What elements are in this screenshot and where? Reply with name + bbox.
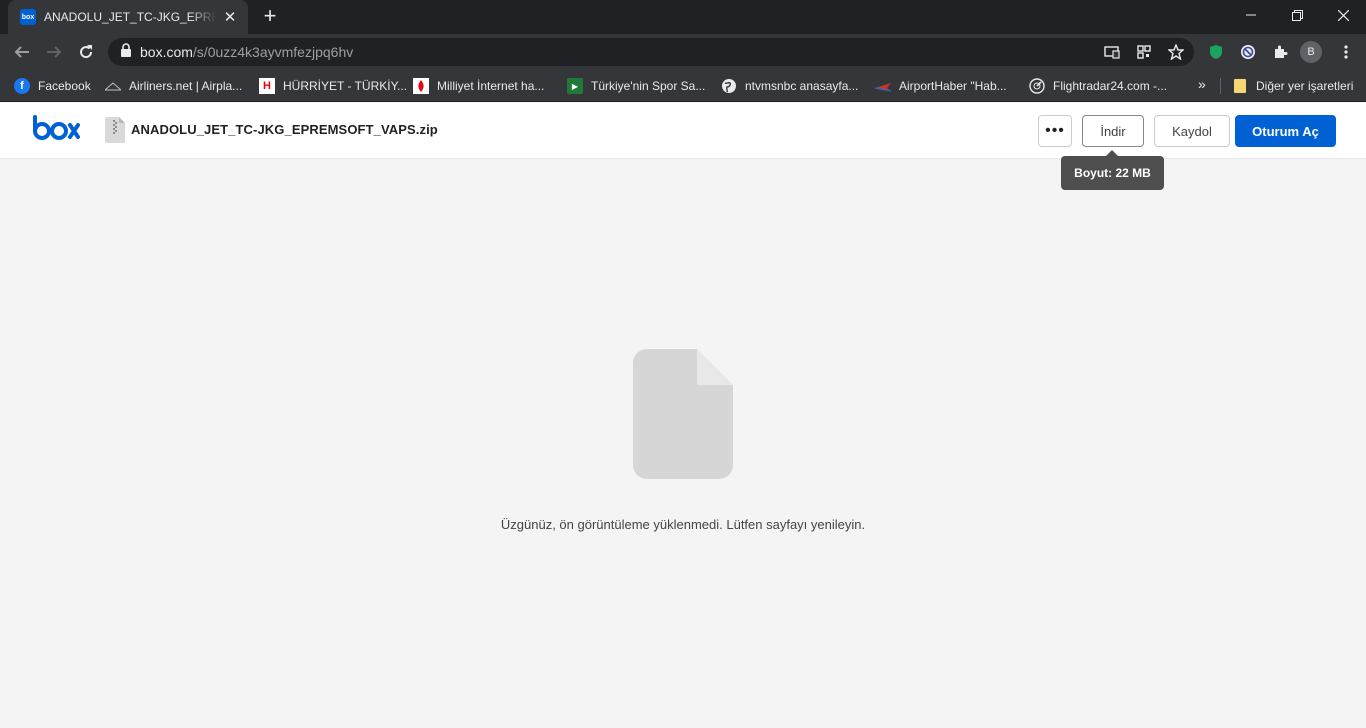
bookmark-label: Airliners.net | Airpla... [129,79,243,93]
box-logo-icon[interactable] [32,115,80,143]
profile-avatar[interactable]: B [1300,41,1322,63]
bookmark-label: AirportHaber "Hab... [899,79,1007,93]
bookmarks-overflow-icon[interactable]: » [1198,76,1206,92]
download-button[interactable]: İndir [1082,115,1144,147]
zip-file-icon [105,117,125,143]
lock-icon[interactable] [120,42,132,62]
qr-code-icon[interactable] [1134,42,1154,62]
file-size-tooltip: Boyut: 22 MB [1061,156,1164,190]
bookmark-spor[interactable]: ▶ Türkiye'nin Spor Sa... [567,76,705,96]
close-window-icon[interactable] [1320,0,1366,30]
reload-icon[interactable] [72,38,100,66]
facebook-icon: f [14,78,30,94]
folder-icon [1232,78,1248,94]
tab-strip: box ANADOLU_JET_TC-JKG_EPREMSOFT_VAPS.zi… [0,0,1366,34]
bookmark-other-folder[interactable]: Diğer yer işaretleri [1232,76,1353,96]
bookmark-label: Facebook [38,79,91,93]
url-path: /s/0uzz4k3ayvmfezjpq6hv [192,44,354,60]
airliners-icon [105,78,121,94]
bookmarks-divider [1220,78,1221,94]
tab-title: ANADOLU_JET_TC-JKG_EPREMSOFT_VAPS.zip [44,10,216,24]
forward-icon[interactable] [40,38,68,66]
bookmark-airporthaber[interactable]: AirportHaber "Hab... [875,76,1007,96]
tab-close-icon[interactable]: ✕ [222,8,238,26]
minimize-icon[interactable] [1228,0,1274,30]
bookmark-label: Türkiye'nin Spor Sa... [591,79,706,93]
blocker-extension-icon[interactable] [1238,42,1258,62]
airporthaber-icon [875,78,891,94]
bookmark-label: HÜRRİYET - TÜRKİY... [283,79,408,93]
spor-icon: ▶ [567,78,583,94]
login-button[interactable]: Oturum Aç [1235,115,1336,147]
new-tab-icon[interactable]: + [258,5,282,29]
document-placeholder-icon [633,349,733,479]
file-name: ANADOLU_JET_TC-JKG_EPREMSOFT_VAPS.zip [131,122,438,137]
bookmark-facebook[interactable]: f Facebook [14,76,91,96]
more-options-button[interactable]: ••• [1038,115,1072,147]
preview-error-message: Üzgünüz, ön görüntüleme yüklenmedi. Lütf… [500,517,866,532]
cast-icon[interactable] [1102,42,1122,62]
bookmark-ntvmsnbc[interactable]: ntvmsnbc anasayfa... [721,76,858,96]
bookmark-milliyet[interactable]: Milliyet İnternet ha... [413,76,544,96]
browser-toolbar: box.com/s/0uzz4k3ayvmfezjpq6hv B [0,34,1366,70]
bookmark-airliners[interactable]: Airliners.net | Airpla... [105,76,242,96]
url-host: box.com [140,44,193,60]
globe-icon [721,78,737,94]
signup-button[interactable]: Kaydol [1154,115,1230,147]
back-icon[interactable] [8,38,36,66]
milliyet-icon [413,78,429,94]
browser-tab[interactable]: box ANADOLU_JET_TC-JKG_EPREMSOFT_VAPS.zi… [8,0,248,34]
browser-menu-icon[interactable] [1336,42,1356,62]
bookmark-flightradar24[interactable]: Flightradar24.com -... [1029,76,1167,96]
restore-icon[interactable] [1274,0,1320,30]
extensions-puzzle-icon[interactable] [1270,42,1290,62]
box-header: ANADOLU_JET_TC-JKG_EPREMSOFT_VAPS.zip ••… [0,103,1366,159]
bookmark-label: ntvmsnbc anasayfa... [745,79,859,93]
bookmark-star-icon[interactable] [1166,42,1186,62]
bookmark-hurriyet[interactable]: H HÜRRİYET - TÜRKİY... [259,76,407,96]
address-bar[interactable]: box.com/s/0uzz4k3ayvmfezjpq6hv [108,38,1194,66]
flightradar-icon [1029,78,1045,94]
bookmark-label: Flightradar24.com -... [1053,79,1168,93]
hurriyet-icon: H [259,78,275,94]
box-favicon-icon: box [20,9,36,25]
bookmark-label: Diğer yer işaretleri [1256,79,1354,93]
bookmarks-bar: f Facebook Airliners.net | Airpla... H H… [0,70,1366,102]
url-text: box.com/s/0uzz4k3ayvmfezjpq6hv [140,44,353,60]
bookmark-label: Milliyet İnternet ha... [437,79,545,93]
shield-extension-icon[interactable] [1206,42,1226,62]
